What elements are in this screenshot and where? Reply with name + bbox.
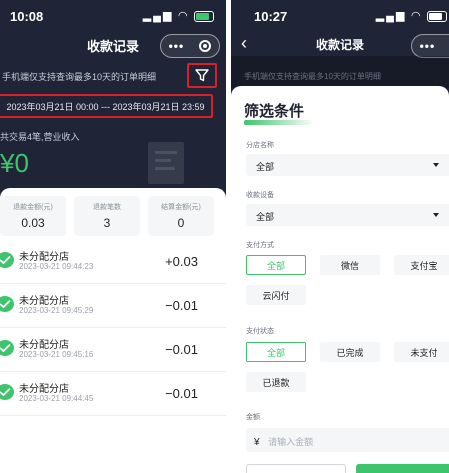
more-icon[interactable]: ••• (420, 39, 436, 53)
wifi-icon: ◠ (411, 10, 422, 22)
stat-label: 退款笔数 (93, 204, 121, 211)
wechat-pay-icon (0, 296, 14, 312)
stats-row: 退款金额(元) 0.03 退款笔数 3 结算金额(元) 0 (0, 196, 226, 236)
pay-status-option-refunded[interactable]: 已退款 (246, 372, 306, 392)
status-icons: ▂▄▆ ◠ (376, 9, 447, 22)
record-time: 2023-03-21 09:44:23 (19, 262, 94, 271)
confirm-button[interactable] (356, 464, 449, 473)
record-time: 2023-03-21 09:45:29 (19, 306, 94, 315)
amount-placeholder: 请输入金额 (268, 437, 314, 447)
record-store-name: 未分配分店 (19, 340, 69, 351)
battery-icon (194, 10, 214, 22)
list-item[interactable]: 未分配分店 2023-03-21 09:45:29 −0.01 (0, 284, 226, 328)
transaction-summary: 共交易4笔,营业收入 (0, 132, 80, 142)
stat-label: 结算金额(元) (161, 204, 201, 211)
record-store-name: 未分配分店 (19, 384, 69, 395)
stat-value: 3 (103, 216, 111, 230)
stat-settlement-amount: 结算金额(元) 0 (148, 196, 214, 236)
pay-status-option-unpaid[interactable]: 未支付 (394, 342, 449, 362)
date-range-selector[interactable]: 2023年03月21日 00:00 --- 2023年03月21日 23:59 (0, 94, 213, 118)
close-miniprogram-icon[interactable] (199, 40, 212, 52)
nav-bar: ‹ 收款记录 ••• (231, 32, 449, 58)
filter-icon (195, 69, 209, 82)
chevron-down-icon (433, 163, 439, 167)
store-select-value: 全部 (256, 162, 275, 172)
pay-method-option-unionpay[interactable]: 云闪付 (246, 285, 306, 305)
status-bar: 10:27 ▂▄▆ ◠ (231, 0, 449, 30)
record-store-name: 未分配分店 (19, 252, 69, 263)
records-list: 未分配分店 2023-03-21 09:44:23 +0.03 未分配分店 20… (0, 240, 226, 416)
status-time: 10:08 (10, 9, 44, 24)
pay-status-label: 支付状态 (246, 328, 274, 335)
signal-icon: ▂▄▆ (375, 10, 407, 22)
currency-symbol: ¥ (254, 437, 260, 448)
record-amount: −0.01 (165, 342, 198, 357)
record-amount: +0.03 (165, 254, 198, 269)
record-amount: −0.01 (165, 386, 198, 401)
device-select[interactable]: 全部 (246, 204, 449, 226)
query-limit-hint: 手机端仅支持查询最多10天的订单明细 (244, 72, 381, 81)
stat-refund-count: 退款笔数 3 (74, 196, 140, 236)
record-amount: −0.01 (165, 298, 198, 313)
list-item[interactable]: 未分配分店 2023-03-21 09:45:16 −0.01 (0, 328, 226, 372)
pay-status-option-completed[interactable]: 已完成 (320, 342, 380, 362)
device-label: 收款设备 (246, 192, 274, 199)
miniprogram-capsule[interactable]: ••• (160, 34, 220, 58)
phone-left-records: 10:08 ▂▄▆ ◠ 收款记录 ••• 手机端仅支持查询最多10天的订单明细 … (0, 0, 226, 473)
stat-label: 退款金额(元) (13, 204, 53, 211)
record-store-name: 未分配分店 (19, 296, 69, 307)
stat-refund-amount: 退款金额(元) 0.03 (0, 196, 66, 236)
status-bar: 10:08 ▂▄▆ ◠ (0, 0, 226, 30)
pay-method-option-all[interactable]: 全部 (246, 255, 306, 275)
stat-value: 0 (177, 216, 185, 230)
wifi-icon: ◠ (178, 10, 189, 22)
more-icon[interactable]: ••• (169, 39, 185, 53)
list-item[interactable]: 未分配分店 2023-03-21 09:44:45 −0.01 (0, 372, 226, 416)
pay-method-option-alipay[interactable]: 支付宝 (394, 255, 449, 275)
wechat-pay-icon (0, 252, 14, 268)
amount-label: 金额 (246, 414, 260, 421)
list-item[interactable]: 未分配分店 2023-03-21 09:44:23 +0.03 (0, 240, 226, 284)
store-label: 分店名称 (246, 142, 274, 149)
receipt-icon (148, 142, 184, 184)
pay-method-label: 支付方式 (246, 242, 274, 249)
record-time: 2023-03-21 09:45:16 (19, 350, 94, 359)
device-select-value: 全部 (256, 212, 275, 222)
chevron-down-icon (433, 213, 439, 217)
filter-button[interactable] (187, 63, 217, 88)
title-underline (244, 120, 312, 125)
filter-sheet: 筛选条件 分店名称 全部 收款设备 全部 支付方式 全部 微信 支付宝 云闪付 … (231, 86, 449, 473)
stat-value: 0.03 (21, 216, 45, 230)
sheet-title: 筛选条件 (244, 103, 305, 120)
pay-method-option-wechat[interactable]: 微信 (320, 255, 380, 275)
reset-button[interactable] (246, 464, 346, 473)
nav-bar: 收款记录 ••• (0, 32, 226, 58)
store-select[interactable]: 全部 (246, 154, 449, 176)
wechat-pay-icon (0, 384, 14, 400)
records-card: 退款金额(元) 0.03 退款笔数 3 结算金额(元) 0 未分配分店 2023… (0, 188, 226, 473)
phone-right-filter: 10:27 ▂▄▆ ◠ ‹ 收款记录 ••• 手机端仅支持查询最多10天的订单明… (231, 0, 449, 473)
record-time: 2023-03-21 09:44:45 (19, 394, 94, 403)
query-limit-hint: 手机端仅支持查询最多10天的订单明细 (2, 72, 157, 82)
status-icons: ▂▄▆ ◠ (143, 9, 214, 22)
wechat-pay-icon (0, 340, 14, 356)
revenue-amount: ¥0 (0, 148, 29, 178)
miniprogram-capsule[interactable]: ••• (411, 34, 449, 58)
status-time: 10:27 (254, 9, 288, 24)
amount-input[interactable]: ¥ 请输入金额 (246, 428, 449, 452)
signal-icon: ▂▄▆ (142, 10, 174, 22)
pay-status-option-all[interactable]: 全部 (246, 342, 306, 362)
battery-icon (427, 10, 447, 22)
